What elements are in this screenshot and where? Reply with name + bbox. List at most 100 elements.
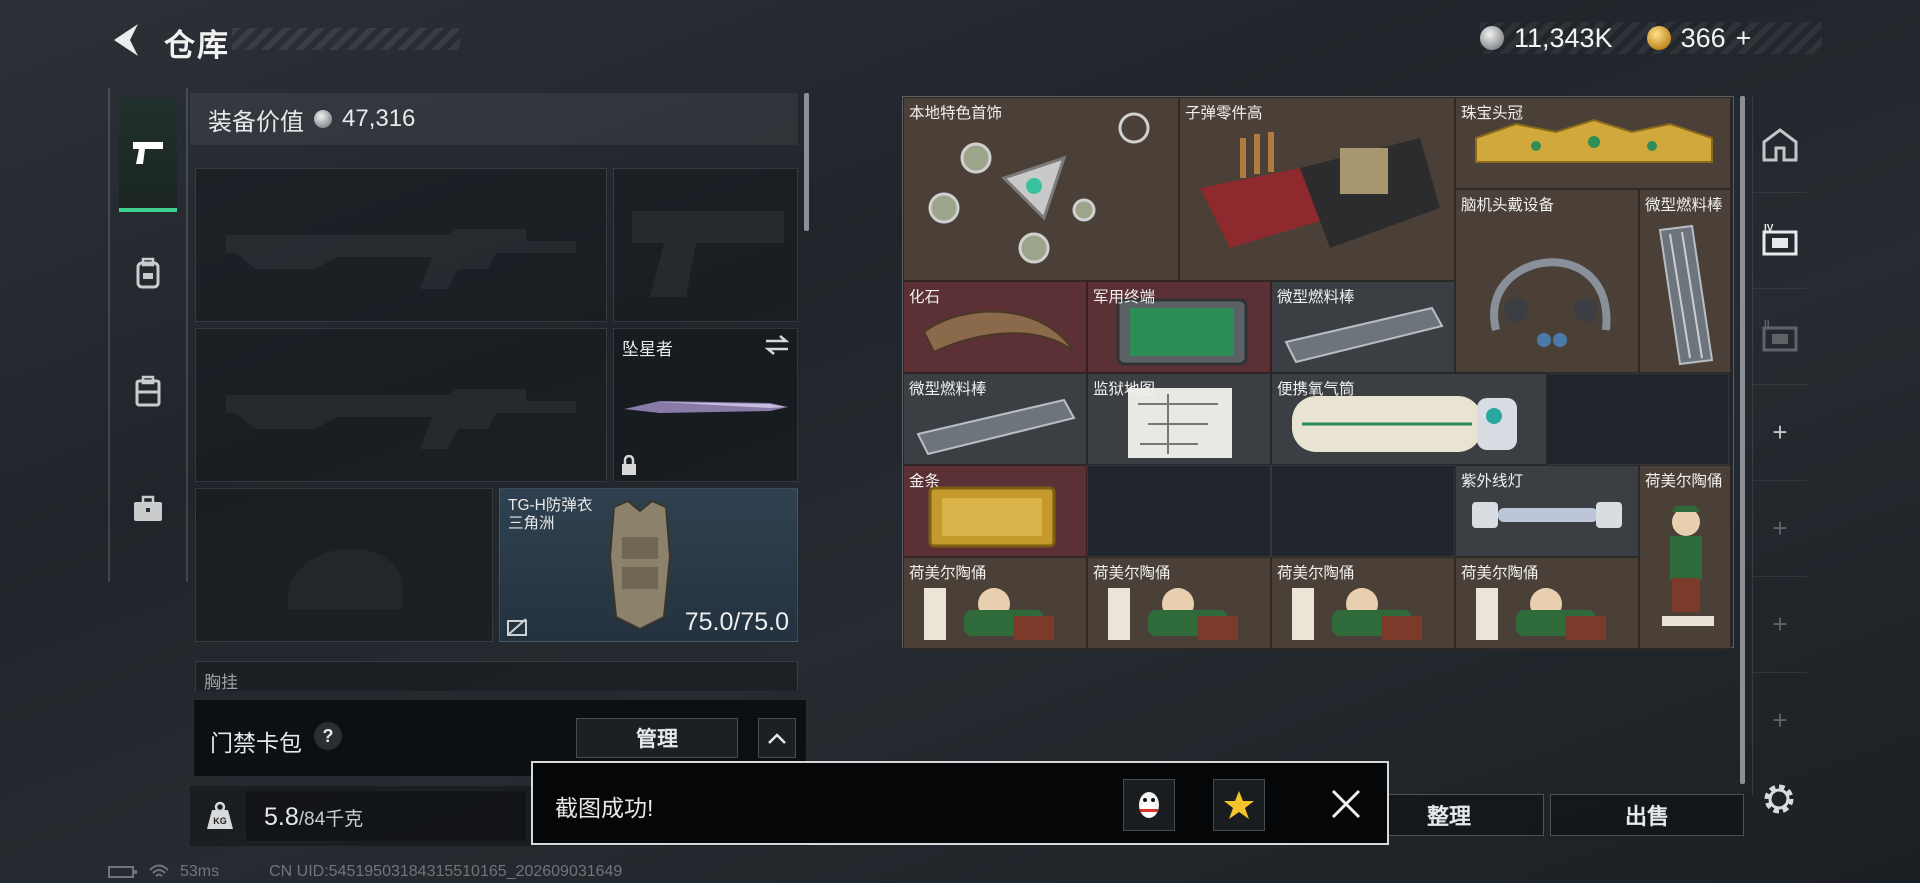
nav-weapons[interactable] bbox=[119, 98, 177, 212]
jewelry-image bbox=[928, 112, 1150, 264]
storage-grid-icon: IV bbox=[1762, 223, 1798, 256]
nav-case[interactable] bbox=[119, 452, 177, 566]
svg-text:IV: IV bbox=[1764, 223, 1774, 234]
help-icon[interactable]: ? bbox=[314, 722, 342, 750]
inventory-item[interactable]: 本地特色首饰 bbox=[903, 97, 1179, 281]
melee-slot[interactable]: 坠星者 bbox=[613, 328, 798, 482]
share-qzone-button[interactable] bbox=[1213, 779, 1265, 831]
user-uid: CN UID:5451950318431551016​5_20260903164… bbox=[269, 863, 623, 880]
share-qq-button[interactable] bbox=[1123, 779, 1175, 831]
inventory-item[interactable]: 荷美尔陶俑 bbox=[1271, 557, 1455, 649]
weight-current: 5.8 bbox=[264, 803, 299, 831]
rifle-silhouette-icon bbox=[226, 389, 576, 449]
inventory-item[interactable]: 便携氧气筒 bbox=[1271, 373, 1547, 465]
battery-icon bbox=[108, 866, 137, 878]
svg-text:II: II bbox=[1764, 319, 1770, 330]
item-name: 珠宝头冠 bbox=[1461, 105, 1524, 122]
inventory-item[interactable]: 金条 bbox=[903, 465, 1087, 557]
chest-rig-slot[interactable]: 胸挂 bbox=[195, 661, 798, 691]
armor-durability: 75.0/75.0 bbox=[684, 608, 789, 636]
inventory-item[interactable]: 荷美尔陶俑 bbox=[903, 557, 1087, 649]
tab-storage-1[interactable] bbox=[1753, 96, 1807, 193]
inventory-item[interactable]: 化石 bbox=[903, 281, 1087, 373]
ping-value: 53ms bbox=[180, 863, 220, 880]
inventory-item[interactable]: 微型燃料棒 bbox=[903, 373, 1087, 465]
add-storage-button[interactable]: + bbox=[1753, 480, 1807, 577]
inventory-item[interactable]: 珠宝头冠 bbox=[1455, 97, 1731, 189]
qq-penguin-icon bbox=[1139, 792, 1159, 818]
inventory-item[interactable]: 军用终端 bbox=[1087, 281, 1271, 373]
swap-icon[interactable] bbox=[764, 335, 790, 355]
inventory-item[interactable]: 监狱地图 bbox=[1087, 373, 1271, 465]
inventory-item[interactable]: 子弹零件高 bbox=[1179, 97, 1455, 281]
melee-name: 坠星者 bbox=[622, 340, 673, 359]
inventory-item[interactable]: 荷美尔陶俑 bbox=[1455, 557, 1639, 649]
equipment-value-label: 装备价值 bbox=[208, 108, 304, 136]
tab-storage-2[interactable]: IV bbox=[1753, 192, 1807, 289]
inventory-item[interactable]: 微型燃料棒 bbox=[1639, 189, 1731, 373]
nav-backpack[interactable] bbox=[119, 334, 177, 448]
gear-icon[interactable] bbox=[1760, 780, 1798, 818]
add-storage-button[interactable]: + bbox=[1753, 672, 1807, 768]
empty-cell[interactable] bbox=[1545, 373, 1729, 465]
primary-weapon-slot[interactable] bbox=[195, 168, 607, 322]
item-name: 便携氧气筒 bbox=[1277, 381, 1355, 398]
equipment-scrollbar[interactable] bbox=[804, 93, 809, 231]
inventory-scrollbar[interactable] bbox=[1740, 96, 1745, 784]
inventory-item[interactable]: 荷美尔陶俑 bbox=[1639, 465, 1731, 649]
hafu-coin-icon bbox=[1480, 26, 1504, 50]
manage-button[interactable]: 管理 bbox=[576, 718, 738, 758]
rifle-silhouette-icon bbox=[226, 229, 576, 289]
armor-subtitle: 三角洲 bbox=[508, 515, 555, 532]
helmet-slot[interactable] bbox=[195, 488, 493, 642]
sell-button[interactable]: 出售 bbox=[1550, 794, 1744, 836]
page-title: 仓库 bbox=[164, 28, 230, 63]
close-icon[interactable] bbox=[1323, 781, 1369, 827]
empty-cell[interactable] bbox=[1087, 465, 1271, 557]
no-repair-icon bbox=[507, 618, 527, 636]
item-name: 微型燃料棒 bbox=[1645, 197, 1723, 214]
tab-storage-3[interactable]: II bbox=[1753, 288, 1807, 385]
hafu-coin-value: 11,343K bbox=[1514, 22, 1613, 53]
item-name: 荷美尔陶俑 bbox=[1277, 565, 1355, 582]
armor-slot[interactable]: TG-H防弹衣 三角洲 75.0/75.0 bbox=[499, 488, 798, 642]
svg-text:KG: KG bbox=[213, 816, 227, 826]
plus-icon: + bbox=[1772, 704, 1788, 735]
item-name: 荷美尔陶俑 bbox=[1645, 473, 1723, 490]
chevron-up-icon bbox=[768, 733, 786, 744]
empty-cell[interactable] bbox=[1271, 465, 1455, 557]
back-arrow-icon[interactable] bbox=[108, 20, 144, 60]
card-pack-label: 门禁卡包 bbox=[210, 730, 302, 756]
item-name: 荷美尔陶俑 bbox=[1461, 565, 1539, 582]
recharge-plus-button[interactable]: + bbox=[1736, 23, 1752, 54]
add-storage-button[interactable]: + bbox=[1753, 576, 1807, 673]
pistol-icon bbox=[133, 142, 163, 164]
secondary-weapon-slot[interactable] bbox=[195, 328, 607, 482]
item-name: 本地特色首饰 bbox=[909, 105, 1003, 122]
ammo-parts-image bbox=[1200, 132, 1440, 248]
lock-icon bbox=[622, 455, 636, 475]
nav-equipment[interactable] bbox=[119, 216, 177, 330]
inventory-item[interactable]: 微型燃料棒 bbox=[1271, 281, 1455, 373]
star-icon bbox=[1224, 791, 1254, 819]
inventory-item[interactable]: 荷美尔陶俑 bbox=[1087, 557, 1271, 649]
inventory-item[interactable]: 脑机头戴设备 bbox=[1455, 189, 1639, 373]
bag-icon bbox=[135, 375, 161, 407]
weight-icon: KG bbox=[207, 801, 233, 829]
left-nav bbox=[108, 88, 188, 582]
equipment-value: 47,316 bbox=[342, 105, 416, 132]
pistol-slot[interactable] bbox=[613, 168, 798, 322]
item-name: 微型燃料棒 bbox=[1277, 289, 1355, 306]
add-storage-button[interactable]: + bbox=[1753, 384, 1807, 481]
storage-house-icon bbox=[1762, 128, 1798, 162]
expand-button[interactable] bbox=[758, 718, 796, 758]
inventory-item[interactable]: 紫外线灯 bbox=[1455, 465, 1639, 557]
currency-bar: 11,343K 366 + bbox=[1480, 22, 1822, 54]
pistol-silhouette-icon bbox=[632, 211, 784, 297]
screenshot-toast: 截图成功! bbox=[531, 761, 1389, 845]
storage-grid-icon: II bbox=[1762, 319, 1798, 352]
title-decoration bbox=[232, 28, 460, 50]
plus-icon: + bbox=[1772, 416, 1788, 447]
item-name: 监狱地图 bbox=[1093, 381, 1156, 398]
chest-rig-label: 胸挂 bbox=[204, 673, 238, 691]
